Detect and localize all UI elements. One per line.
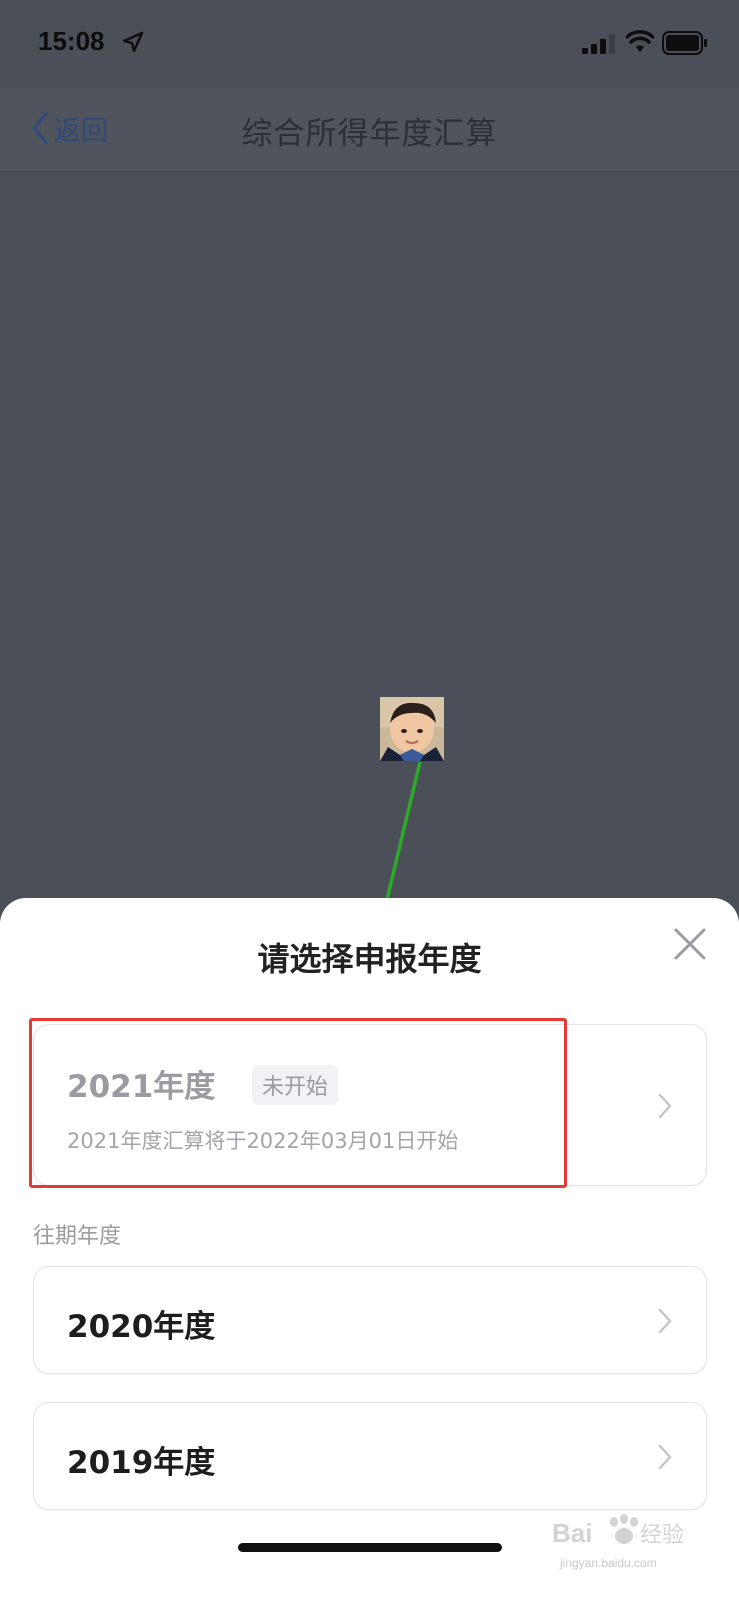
chevron-right-icon: [658, 1444, 672, 1470]
year-card-2021[interactable]: 2021年度 未开始 2021年度汇算将于2022年03月01日开始: [33, 1024, 707, 1186]
avatar: [380, 697, 444, 761]
home-indicator[interactable]: [238, 1543, 502, 1552]
past-years-label: 往期年度: [33, 1224, 122, 1249]
location-arrow-icon: [122, 31, 144, 53]
watermark-url: jingyan.baidu.com: [560, 1556, 657, 1570]
year-label: 2019年度: [67, 1445, 216, 1481]
status-bar: 15:08: [0, 0, 739, 88]
battery-icon: [662, 31, 707, 55]
nav-bar: 返回 综合所得年度汇算: [0, 88, 739, 172]
year-subtitle: 2021年度汇算将于2022年03月01日开始: [67, 1129, 459, 1153]
svg-text:经验: 经验: [640, 1522, 684, 1547]
signal-icon: [582, 34, 615, 54]
year-label: 2021年度: [67, 1069, 216, 1105]
svg-text:Bai: Bai: [552, 1518, 592, 1548]
year-select-sheet: 请选择申报年度 2021年度 未开始 2021年度汇算将于2022年03月01日…: [0, 898, 739, 1600]
chevron-right-icon: [658, 1093, 672, 1119]
chevron-right-icon: [658, 1308, 672, 1334]
status-time: 15:08: [38, 26, 105, 56]
page-title: 综合所得年度汇算: [241, 116, 498, 152]
year-label: 2020年度: [67, 1309, 216, 1345]
sheet-title: 请选择申报年度: [257, 940, 482, 978]
status-badge: 未开始: [252, 1065, 339, 1105]
close-icon[interactable]: [670, 924, 710, 964]
year-card-2020[interactable]: 2020年度: [33, 1266, 707, 1374]
wifi-icon: [626, 30, 654, 52]
year-card-2019[interactable]: 2019年度: [33, 1402, 707, 1510]
baidu-jingyan-logo: Bai 经验: [552, 1514, 684, 1548]
